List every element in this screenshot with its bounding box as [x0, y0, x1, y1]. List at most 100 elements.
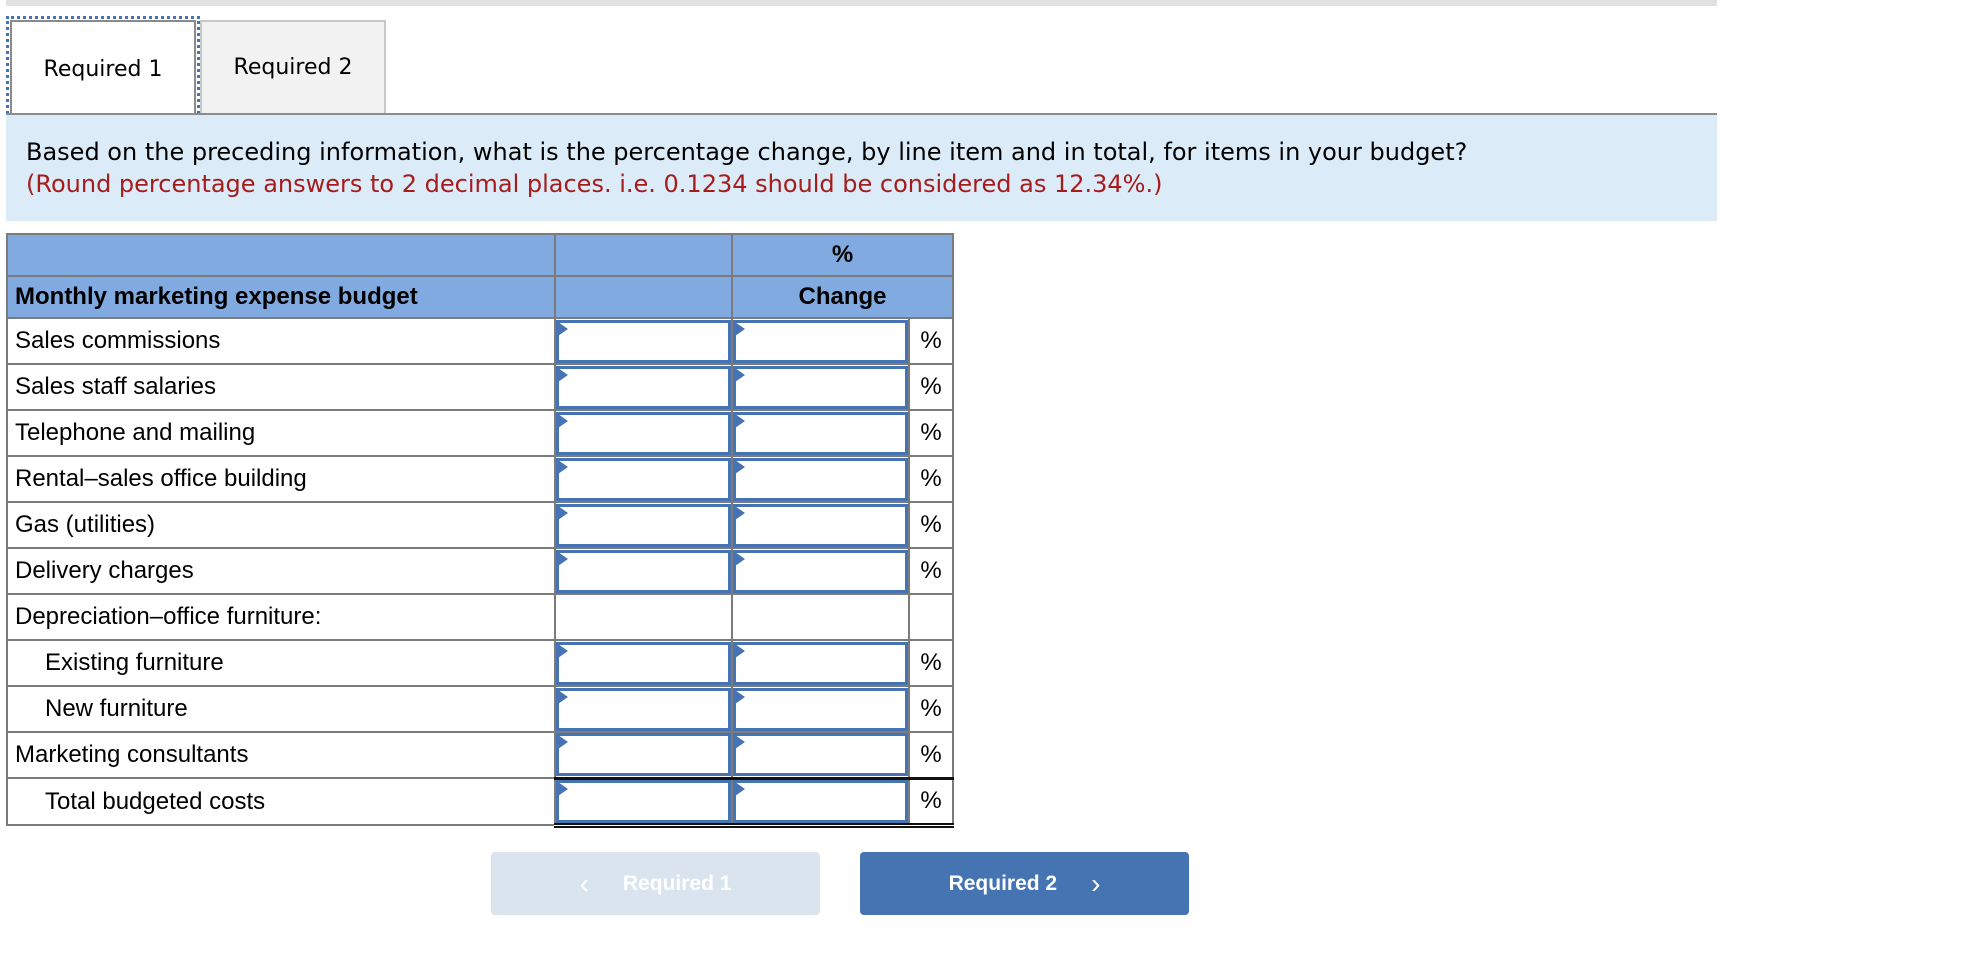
percent-input-box [733, 411, 908, 455]
tab-required-2[interactable]: Required 2 [200, 20, 386, 113]
amount-input[interactable] [559, 322, 728, 360]
percent-change-input[interactable] [736, 506, 905, 544]
input-flag-icon [735, 459, 745, 474]
input-flag-icon [735, 505, 745, 520]
percent-change-input[interactable] [736, 552, 905, 590]
percent-symbol: % [908, 776, 954, 828]
amount-input[interactable] [559, 460, 728, 498]
amount-input-box [556, 733, 731, 777]
percent-change-cell [731, 317, 910, 365]
percent-input-box [733, 365, 908, 409]
percent-symbol: % [908, 501, 954, 549]
budget-table: % Monthly marketing expense budget Chang… [6, 233, 954, 828]
percent-change-input[interactable] [736, 782, 905, 820]
percent-symbol: % [908, 547, 954, 595]
row-label: Rental–sales office building [6, 455, 556, 503]
amount-cell [554, 501, 733, 549]
amount-input[interactable] [559, 736, 728, 774]
chevron-right-icon: › [1091, 867, 1101, 899]
amount-input-box [556, 687, 731, 731]
input-flag-icon [735, 643, 745, 658]
percent-change-cell [731, 363, 910, 411]
percent-symbol: % [908, 639, 954, 687]
amount-cell [554, 455, 733, 503]
percent-input-box [733, 733, 908, 777]
row-label: Sales staff salaries [6, 363, 556, 411]
table-row: Marketing consultants% [6, 731, 954, 779]
row-label: New furniture [6, 685, 556, 733]
table-row: Gas (utilities)% [6, 501, 954, 549]
amount-input-box [556, 457, 731, 501]
percent-symbol: % [908, 685, 954, 733]
percent-input-box [733, 549, 908, 593]
percent-change-input[interactable] [736, 414, 905, 452]
table-row: Total budgeted costs% [6, 776, 954, 828]
percent-change-input[interactable] [736, 690, 905, 728]
percent-input-box [733, 641, 908, 685]
amount-cell [554, 409, 733, 457]
empty-cell [731, 593, 910, 641]
table-row: Telephone and mailing% [6, 409, 954, 457]
percent-change-cell [731, 639, 910, 687]
table-row: Sales commissions% [6, 317, 954, 365]
amount-input[interactable] [559, 782, 728, 820]
input-flag-icon [558, 413, 568, 428]
input-flag-icon [558, 781, 568, 796]
percent-change-cell [731, 547, 910, 595]
input-flag-icon [558, 367, 568, 382]
prev-button-label: Required 1 [622, 871, 732, 895]
table-row: Existing furniture% [6, 639, 954, 687]
row-label: Delivery charges [6, 547, 556, 595]
percent-symbol: % [908, 409, 954, 457]
input-flag-icon [558, 643, 568, 658]
amount-input-box [556, 641, 731, 685]
table-row: Sales staff salaries% [6, 363, 954, 411]
input-flag-icon [735, 689, 745, 704]
amount-input[interactable] [559, 368, 728, 406]
next-required-2-button[interactable]: Required 2 › [860, 852, 1189, 915]
amount-input-box [556, 319, 731, 363]
amount-input[interactable] [559, 552, 728, 590]
input-flag-icon [735, 367, 745, 382]
row-label: Depreciation–office furniture: [6, 593, 556, 641]
percent-change-input[interactable] [736, 644, 905, 682]
percent-change-cell [731, 731, 910, 779]
amount-input[interactable] [559, 414, 728, 452]
table-row: Depreciation–office furniture: [6, 593, 954, 641]
prev-required-1-button[interactable]: ‹ Required 1 [491, 852, 820, 915]
percent-input-box [733, 319, 908, 363]
input-flag-icon [735, 413, 745, 428]
table-row: Rental–sales office building% [6, 455, 954, 503]
amount-cell [554, 317, 733, 365]
input-flag-icon [735, 781, 745, 796]
percent-change-input[interactable] [736, 368, 905, 406]
percent-symbol: % [908, 363, 954, 411]
top-bar [6, 0, 1717, 6]
row-label: Total budgeted costs [6, 777, 556, 826]
amount-input[interactable] [559, 690, 728, 728]
percent-change-input[interactable] [736, 460, 905, 498]
chevron-left-icon: ‹ [579, 867, 589, 899]
amount-cell [554, 731, 733, 779]
percent-change-cell [731, 409, 910, 457]
percent-change-input[interactable] [736, 736, 905, 774]
percent-symbol: % [908, 317, 954, 365]
header-row-2: Monthly marketing expense budget Change [6, 275, 954, 319]
input-flag-icon [735, 321, 745, 336]
amount-input[interactable] [559, 644, 728, 682]
tab-required-1[interactable]: Required 1 [6, 16, 200, 120]
row-label: Telephone and mailing [6, 409, 556, 457]
percent-input-box [733, 457, 908, 501]
rounding-hint: (Round percentage answers to 2 decimal p… [26, 170, 1163, 198]
percent-change-cell [731, 455, 910, 503]
header-row-1: % [6, 233, 954, 277]
amount-input-box [556, 503, 731, 547]
percent-change-cell [731, 685, 910, 733]
table-row: Delivery charges% [6, 547, 954, 595]
amount-cell [554, 547, 733, 595]
percent-change-input[interactable] [736, 322, 905, 360]
amount-input[interactable] [559, 506, 728, 544]
row-label: Sales commissions [6, 317, 556, 365]
input-flag-icon [558, 735, 568, 750]
row-label: Gas (utilities) [6, 501, 556, 549]
